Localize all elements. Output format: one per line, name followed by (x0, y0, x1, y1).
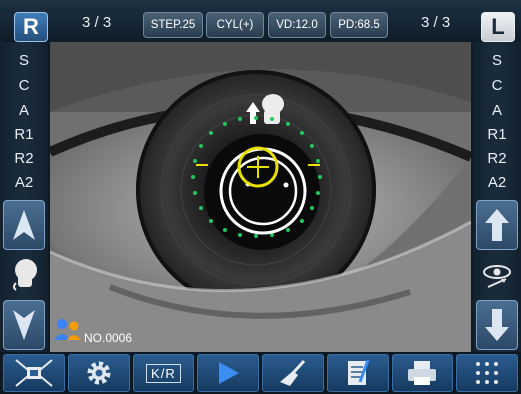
refractometer-screen: R 3 / 3 STEP.25 CYL(+) VD:12.0 PD:68.5 3… (0, 0, 521, 394)
eye-camera-view (50, 42, 471, 352)
mode-r2-right[interactable]: R2 (473, 150, 521, 167)
play-icon (219, 362, 240, 384)
arrow-up-bold-icon (485, 209, 509, 241)
pupillary-distance-chip[interactable]: PD:68.5 (330, 12, 388, 38)
right-measurement-counter: 3 / 3 (421, 14, 451, 31)
eye-tracking-icon[interactable] (482, 262, 512, 290)
grid-menu-icon (476, 362, 499, 384)
left-measurement-counter: 3 / 3 (82, 14, 112, 31)
mode-a2-right[interactable]: A2 (473, 174, 521, 191)
vertex-distance-chip[interactable]: VD:12.0 (268, 12, 326, 38)
printer-icon (408, 361, 437, 385)
eye-image (50, 42, 471, 352)
mode-c-right[interactable]: C (473, 77, 521, 94)
notes-icon (347, 359, 370, 385)
brush-icon (279, 359, 305, 386)
head-profile-icon[interactable] (10, 257, 40, 291)
alignment-button[interactable] (3, 354, 65, 392)
start-button[interactable] (197, 354, 259, 392)
gear-icon (87, 361, 111, 385)
right-side-panel: S C A R1 R2 A2 (473, 42, 521, 352)
mode-r2[interactable]: R2 (0, 150, 48, 167)
menu-button[interactable] (456, 354, 518, 392)
left-eye-selector[interactable]: L (481, 12, 515, 42)
move-down-button[interactable] (3, 300, 45, 350)
alignment-icon (15, 359, 53, 387)
record-number: NO.0006 (84, 331, 133, 345)
bottom-toolbar: K/R (0, 352, 521, 394)
step-setting-chip[interactable]: STEP.25 (143, 12, 203, 38)
top-status-bar: R 3 / 3 STEP.25 CYL(+) VD:12.0 PD:68.5 3… (0, 0, 521, 42)
clear-button[interactable] (262, 354, 324, 392)
arrow-down-icon (13, 310, 35, 340)
kr-mode-icon: K/R (146, 363, 181, 383)
mode-a-right[interactable]: A (473, 102, 521, 119)
mode-a[interactable]: A (0, 102, 48, 119)
mode-a2[interactable]: A2 (0, 174, 48, 191)
arrow-up-icon (13, 210, 35, 240)
cylinder-sign-chip[interactable]: CYL(+) (206, 12, 264, 38)
print-button[interactable] (391, 354, 454, 392)
mode-r1-right[interactable]: R1 (473, 126, 521, 143)
arrow-down-bold-icon (485, 309, 509, 341)
right-eye-selector[interactable]: R (14, 12, 48, 42)
mode-s-right[interactable]: S (473, 52, 521, 69)
notes-button[interactable] (326, 354, 389, 392)
patient-icon (54, 319, 81, 340)
move-up-button[interactable] (3, 200, 45, 250)
kr-mode-button[interactable]: K/R (132, 354, 195, 392)
left-side-panel: S C A R1 R2 A2 (0, 42, 48, 352)
mode-s[interactable]: S (0, 52, 48, 69)
move-backward-button[interactable] (476, 300, 518, 350)
mode-r1[interactable]: R1 (0, 126, 48, 143)
move-forward-button[interactable] (476, 200, 518, 250)
mode-c[interactable]: C (0, 77, 48, 94)
settings-button[interactable] (67, 354, 130, 392)
